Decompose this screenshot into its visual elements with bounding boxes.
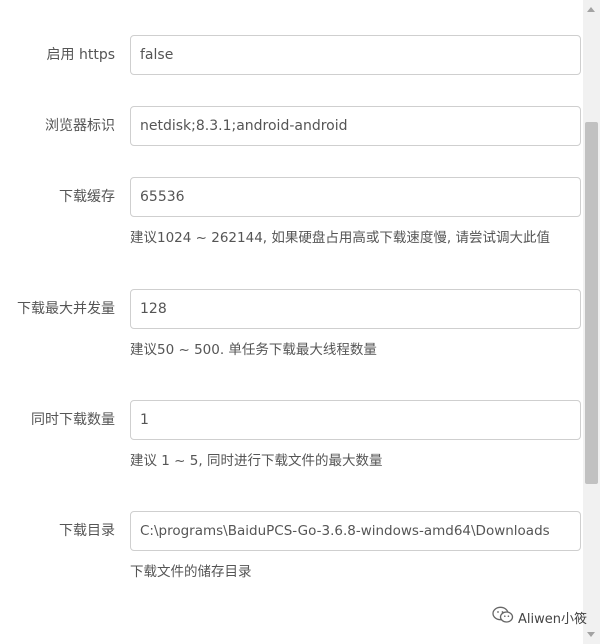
vertical-scrollbar[interactable] bbox=[583, 0, 600, 644]
save-dir-label: 下载目录 bbox=[59, 523, 115, 539]
max-download-load-label: 同时下载数量 bbox=[31, 412, 115, 428]
scroll-down-arrow-icon[interactable] bbox=[587, 632, 595, 637]
https-input[interactable] bbox=[130, 35, 581, 75]
max-download-load-help: 建议 1 ~ 5, 同时进行下载文件的最大数量 bbox=[130, 453, 383, 469]
save-dir-help: 下载文件的储存目录 bbox=[130, 564, 252, 580]
max-parallel-help: 建议50 ~ 500. 单任务下载最大线程数量 bbox=[130, 342, 377, 358]
scroll-up-arrow-icon[interactable] bbox=[587, 7, 595, 12]
settings-panel: 启用 https 浏览器标识 下载缓存 建议1024 ~ 262144, 如果硬… bbox=[0, 0, 583, 644]
user-agent-label: 浏览器标识 bbox=[45, 118, 115, 134]
watermark: Aliwen小筱 bbox=[492, 606, 587, 628]
save-dir-input[interactable] bbox=[130, 511, 581, 551]
cache-size-input[interactable] bbox=[130, 177, 581, 217]
wechat-icon bbox=[492, 606, 514, 628]
cache-size-help: 建议1024 ~ 262144, 如果硬盘占用高或下载速度慢, 请尝试调大此值 bbox=[130, 230, 550, 246]
user-agent-input[interactable] bbox=[130, 106, 581, 146]
max-parallel-input[interactable] bbox=[130, 289, 581, 329]
cache-size-label: 下载缓存 bbox=[59, 189, 115, 205]
max-parallel-label: 下载最大并发量 bbox=[17, 301, 115, 317]
watermark-text: Aliwen小筱 bbox=[518, 611, 587, 627]
max-download-load-input[interactable] bbox=[130, 400, 581, 440]
https-label: 启用 https bbox=[46, 47, 115, 63]
scroll-thumb[interactable] bbox=[585, 122, 598, 484]
